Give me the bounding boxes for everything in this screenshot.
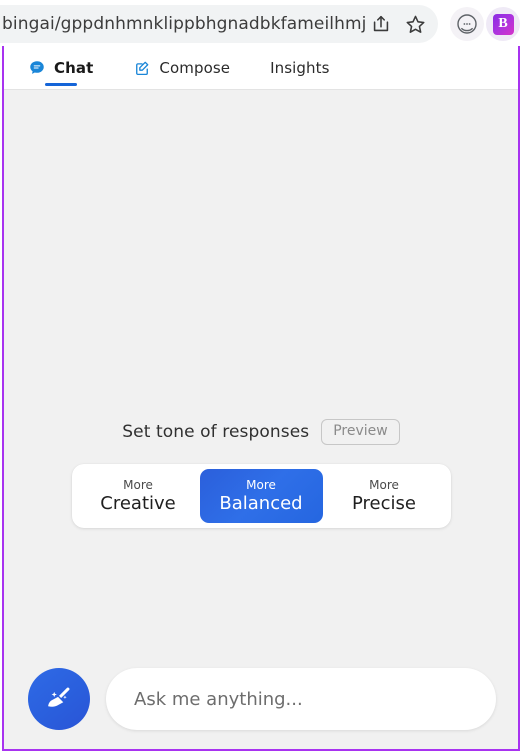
tab-compose-label: Compose [159,58,231,77]
address-bar-url: bingai/gppdnhmnklippbhgnadbkfameilhmj... [2,14,366,34]
ask-input[interactable] [106,668,496,730]
tab-compose[interactable]: Compose [127,46,236,90]
chat-bubble-icon [28,59,46,77]
tone-selector-block: Set tone of responses Preview More Creat… [4,419,518,529]
tab-insights[interactable]: Insights [264,46,335,90]
tone-option-creative-label: Creative [100,492,176,514]
tone-heading-label: Set tone of responses [122,422,310,443]
tab-insights-label: Insights [270,58,330,77]
tone-option-balanced-label: Balanced [219,492,303,514]
tone-option-creative[interactable]: More Creative [77,469,200,523]
preview-badge: Preview [321,419,400,446]
share-icon[interactable] [366,9,396,39]
tone-option-precise-label: Precise [352,492,416,514]
tone-switcher: More Creative More Balanced More Precise [71,464,451,529]
tone-option-precise[interactable]: More Precise [323,469,446,523]
bing-badge-label: B [492,13,514,35]
broom-icon [42,681,76,718]
chat-content-area: Set tone of responses Preview More Creat… [4,91,518,749]
address-bar-actions [366,9,430,39]
composer-bar [4,649,518,749]
extension-icons: B [450,5,520,43]
screen-root: bingai/gppdnhmnklippbhgnadbkfameilhmj... [0,0,522,753]
address-bar[interactable]: bingai/gppdnhmnklippbhgnadbkfameilhmj... [0,5,438,43]
compose-pencil-icon [133,59,151,77]
tone-heading-row: Set tone of responses Preview [122,419,400,446]
bing-extension-button[interactable]: B [486,7,520,41]
chat-circle-icon[interactable] [450,7,484,41]
tab-strip: Chat Compose Insights [4,46,518,90]
new-topic-button[interactable] [28,668,90,730]
tone-option-balanced[interactable]: More Balanced [199,469,323,524]
star-icon[interactable] [400,9,430,39]
browser-toolbar: bingai/gppdnhmnklippbhgnadbkfameilhmj... [0,0,522,48]
bing-sidebar-panel: Chat Compose Insights Set tone of respon… [2,46,520,751]
tone-option-prefix: More [246,477,276,492]
tone-option-prefix: More [123,477,153,492]
tab-active-underline [44,82,77,86]
tab-chat[interactable]: Chat [22,46,99,90]
tone-option-prefix: More [369,477,399,492]
tab-chat-label: Chat [54,58,94,77]
